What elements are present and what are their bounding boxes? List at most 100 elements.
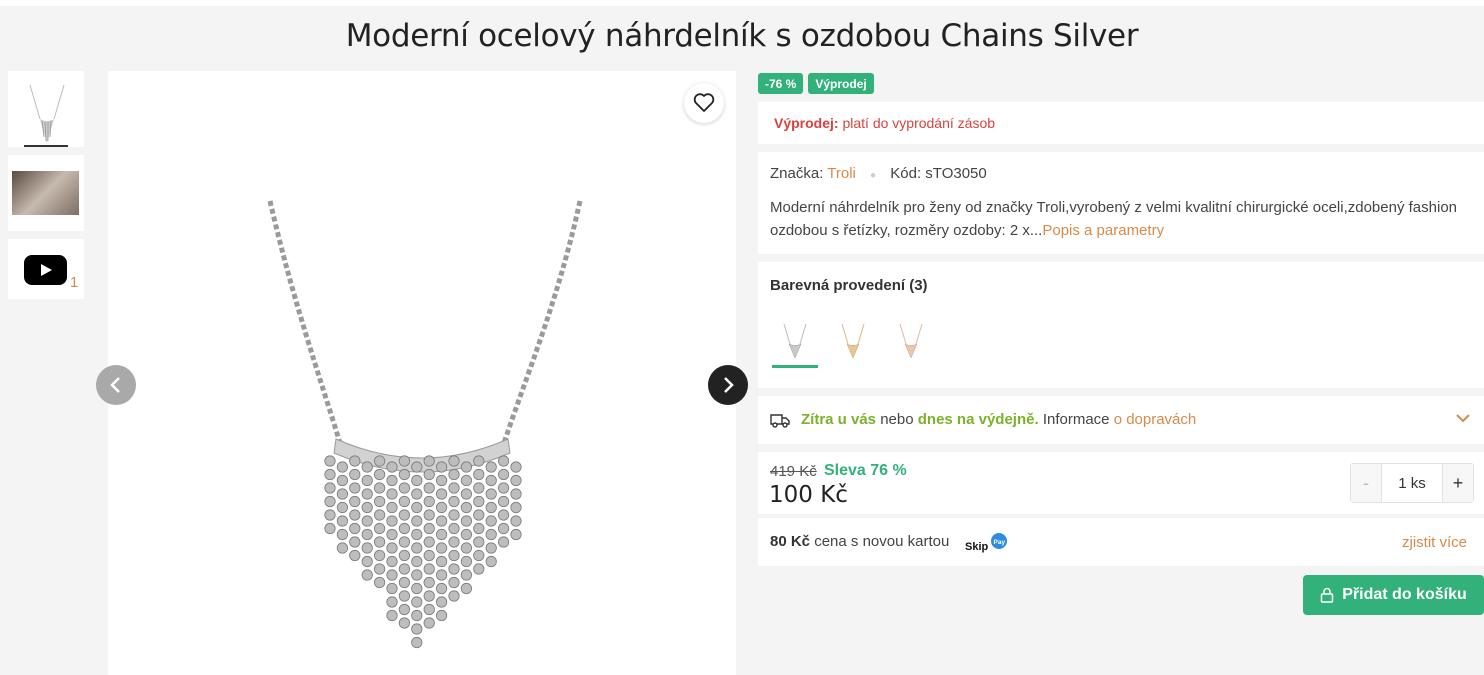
fringe-bead	[448, 549, 460, 562]
fringe-bead	[386, 596, 398, 608]
fringe-bead	[497, 482, 510, 494]
model-photo-image	[12, 171, 79, 215]
chevron-left-icon	[110, 377, 120, 393]
fringe-bead	[423, 468, 435, 481]
fringe-bead	[349, 536, 361, 548]
quantity-decrease-button[interactable]: -	[1351, 464, 1381, 502]
fringe-bead	[448, 536, 460, 548]
fringe-bead	[324, 468, 336, 481]
color-variants: Barevná provedení (3)	[758, 262, 1484, 388]
fringe-bead	[336, 501, 348, 514]
fringe-bead	[448, 468, 460, 481]
fringe-bead	[485, 461, 497, 473]
fringe-bead	[473, 522, 485, 535]
sale-notice: Výprodej: platí do vyprodání zásob	[758, 102, 1484, 144]
description-more-link[interactable]: Popis a parametry	[1042, 222, 1164, 239]
fringe-bead	[510, 528, 522, 541]
fringe-bead	[386, 528, 398, 541]
fringe-bead	[460, 582, 472, 595]
fringe-bead	[497, 455, 510, 467]
fringe-bead	[349, 468, 361, 481]
fringe-bead	[349, 522, 361, 535]
card-more-link[interactable]: zjistit více	[1402, 534, 1467, 551]
fringe-bead	[373, 576, 386, 589]
delivery-info[interactable]: Zítra u vás nebo dnes na výdejně. Inform…	[758, 396, 1484, 444]
necklace-gold-icon	[841, 323, 865, 359]
fringe-bead	[411, 528, 423, 541]
fringe-bead	[497, 522, 510, 535]
fringe-bead	[336, 542, 348, 554]
card-price-amount: 80 Kč	[770, 533, 811, 550]
sale-label: Výprodej:	[774, 115, 839, 131]
fringe-bead	[448, 590, 460, 602]
fringe-bead	[361, 515, 373, 527]
thumbnail-active-indicator	[24, 145, 68, 147]
brand-link[interactable]: Troli	[827, 165, 856, 182]
lock-icon	[1321, 587, 1334, 603]
add-to-cart-button[interactable]: Přidat do košíku	[1303, 575, 1484, 615]
fringe-bead	[386, 555, 398, 568]
fringe-bead	[373, 563, 386, 575]
fringe-bead	[361, 501, 373, 514]
necklace-silver-icon	[783, 323, 807, 359]
fringe-bead	[435, 569, 448, 581]
fringe-bead	[423, 590, 435, 602]
delivery-fast: Zítra u vás	[801, 411, 877, 428]
fringe-bead	[411, 582, 423, 595]
fringe-bead	[423, 617, 435, 629]
quantity-input[interactable]	[1381, 464, 1443, 502]
fringe-bead	[398, 576, 410, 589]
fringe-bead	[411, 555, 423, 568]
fringe-bead	[373, 536, 386, 548]
chevron-down-icon[interactable]	[1455, 410, 1471, 426]
fringe-bead	[497, 468, 510, 481]
badge-group: -76 % Výprodej	[758, 73, 874, 94]
fringe-bead	[373, 509, 386, 521]
svg-text:Skip: Skip	[965, 541, 989, 553]
fringe-bead	[448, 563, 460, 575]
fringe-bead	[398, 455, 410, 467]
delivery-link[interactable]: o dopravách	[1114, 411, 1197, 428]
fringe-bead	[386, 488, 398, 500]
code-label: Kód:	[890, 165, 922, 182]
quantity-increase-button[interactable]: +	[1443, 464, 1473, 502]
fringe-bead	[373, 495, 386, 508]
fringe-bead	[510, 501, 522, 514]
add-to-cart-label: Přidat do košíku	[1342, 586, 1467, 603]
fringe-bead	[411, 461, 423, 473]
fringe-bead	[361, 461, 373, 473]
svg-text:Pay: Pay	[994, 539, 1006, 546]
variant-silver[interactable]	[772, 320, 818, 370]
fringe-bead	[435, 555, 448, 568]
variant-gold[interactable]	[830, 320, 876, 370]
main-product-image	[108, 71, 736, 675]
fringe-bead	[435, 596, 448, 608]
fringe-bead	[448, 482, 460, 494]
thumbnail-necklace[interactable]	[8, 71, 84, 147]
fringe-bead	[423, 495, 435, 508]
fringe-bead	[386, 569, 398, 581]
more-media-count: 1	[70, 274, 79, 291]
thumbnail-model-photo[interactable]	[8, 155, 84, 231]
variant-rose-gold[interactable]	[888, 320, 934, 370]
fringe-bead	[423, 603, 435, 616]
youtube-icon	[24, 255, 67, 285]
fringe-bead	[423, 509, 435, 521]
fringe-bead	[398, 509, 410, 521]
fringe-bead	[423, 549, 435, 562]
wishlist-button[interactable]	[684, 83, 724, 123]
necklace-rose-gold-icon	[899, 323, 923, 359]
delivery-connector: nebo	[880, 411, 914, 428]
fringe-bead	[411, 569, 423, 581]
fringe-bead	[349, 482, 361, 494]
previous-image-button[interactable]	[96, 365, 136, 405]
fringe-bead	[423, 563, 435, 575]
card-price-text: cena s novou kartou	[814, 533, 950, 550]
fringe-bead	[398, 522, 410, 535]
fringe-bead	[411, 488, 423, 500]
fringe-bead	[448, 495, 460, 508]
fringe-bead	[361, 569, 373, 581]
old-price: 419 Kč	[770, 463, 817, 480]
fringe-bead	[411, 596, 423, 608]
next-image-button[interactable]	[708, 365, 748, 405]
